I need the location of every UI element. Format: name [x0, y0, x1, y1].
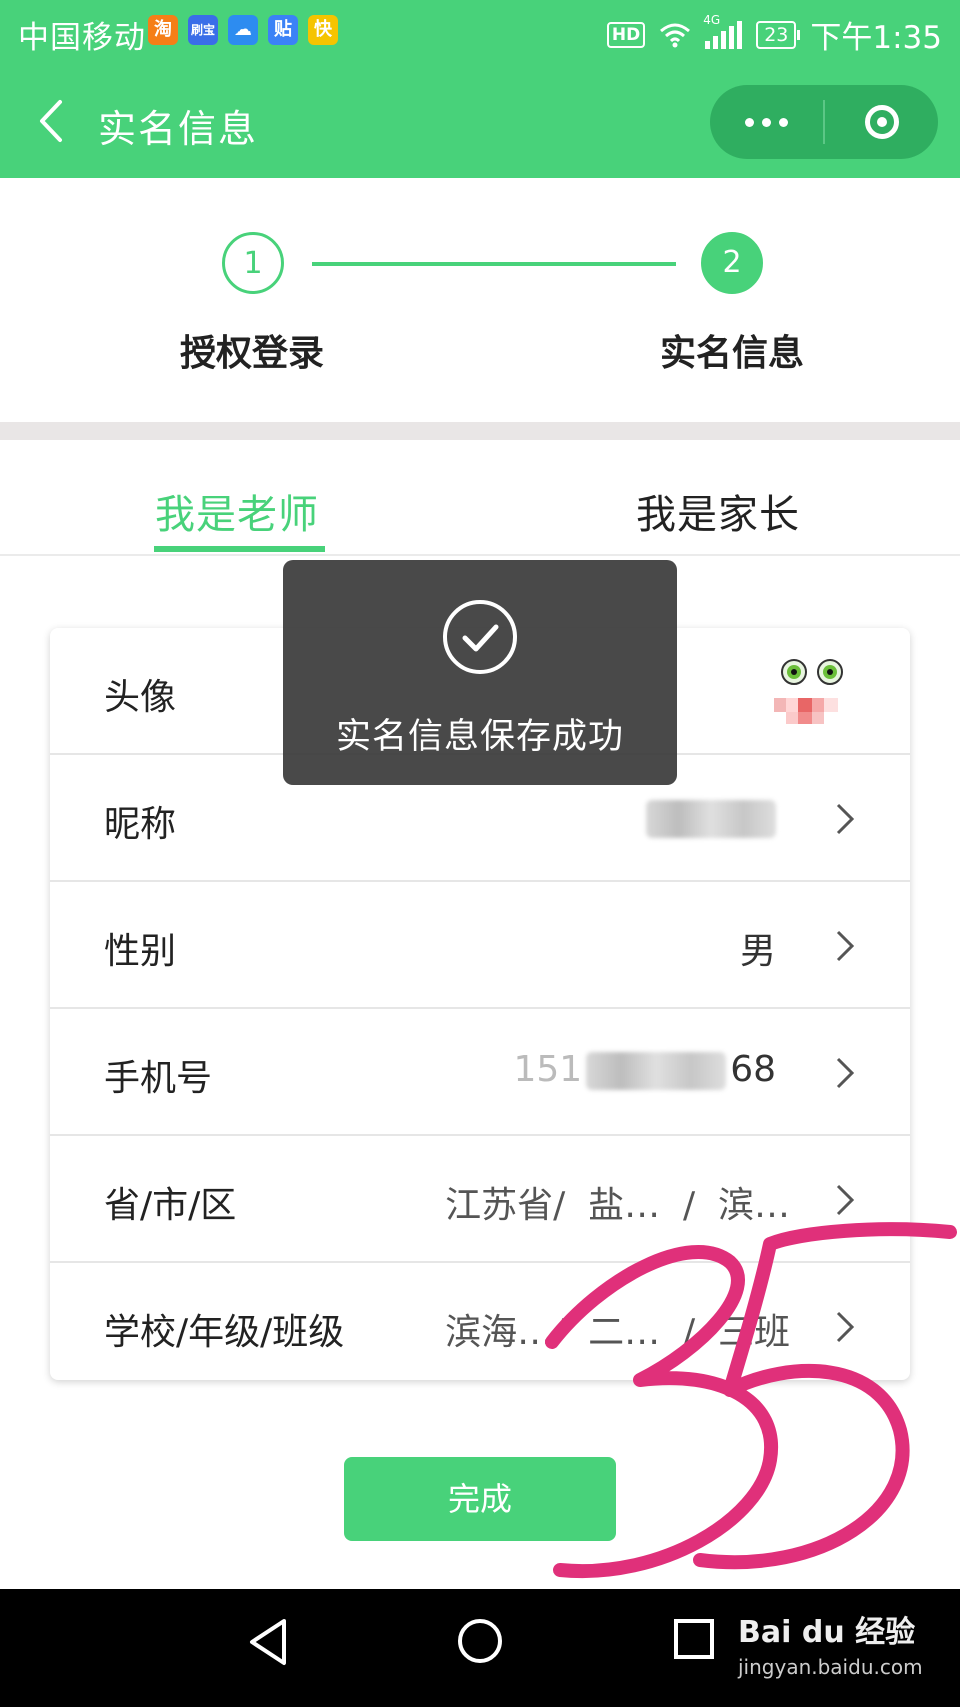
nickname-label: 昵称	[104, 804, 177, 845]
status-time: 下午1:35	[810, 20, 942, 56]
phone-label: 手机号	[104, 1058, 213, 1099]
mini-program-capsule	[710, 85, 938, 159]
phone-row[interactable]: 手机号 151 68	[50, 1009, 910, 1136]
recent-apps-square-icon[interactable]	[672, 1617, 716, 1661]
phone-prefix: 151	[513, 1049, 583, 1090]
school-row[interactable]: 学校/年级/班级 滨海…/ 二… / 三班	[50, 1263, 910, 1388]
phone-suffix: 68	[730, 1049, 776, 1090]
tieba-app-icon: 贴	[268, 15, 298, 45]
school-label: 学校/年级/班级	[104, 1312, 345, 1353]
region-row[interactable]: 省/市/区 江苏省/ 盐… / 滨…	[50, 1136, 910, 1263]
home-circle-icon[interactable]	[456, 1617, 504, 1665]
phone-value: 151 68	[513, 1049, 776, 1090]
page-title: 实名信息	[98, 107, 259, 151]
school-value: 滨海…/ 二… / 三班	[445, 1312, 790, 1353]
redaction-blur	[586, 1052, 727, 1090]
step-connector-line	[312, 262, 676, 266]
chevron-right-icon	[836, 803, 855, 835]
hd-icon: HD	[606, 21, 646, 48]
step-1-label: 授权登录	[180, 333, 325, 374]
more-button[interactable]	[710, 85, 823, 159]
gender-label: 性别	[104, 931, 177, 972]
done-button[interactable]: 完成	[344, 1457, 616, 1541]
wifi-icon	[660, 23, 691, 47]
chevron-right-icon	[836, 930, 855, 962]
avatar-label: 头像	[104, 677, 177, 718]
watermark-brand: Bai du 经验	[738, 1615, 916, 1650]
back-arrow-icon[interactable]	[32, 96, 72, 146]
region-label: 省/市/区	[104, 1185, 237, 1226]
kuai-app-icon: 快	[308, 15, 338, 45]
taobao-app-icon: 淘	[148, 15, 178, 45]
step-2-circle: 2	[701, 232, 763, 294]
progress-steps: 1 2 授权登录 实名信息	[0, 178, 960, 422]
chevron-right-icon	[836, 1311, 855, 1343]
cellular-signal-icon: 4G	[703, 13, 743, 49]
gender-row[interactable]: 性别 男	[50, 882, 910, 1009]
chevron-right-icon	[836, 1057, 855, 1089]
system-nav-bar: Bai du 经验 jingyan.baidu.com	[0, 1589, 960, 1707]
success-toast: 实名信息保存成功	[283, 560, 677, 785]
tab-parent[interactable]: 我是家长	[636, 482, 800, 540]
baidu-app-icon: ☁	[228, 15, 258, 45]
step-1-circle: 1	[222, 232, 284, 294]
redaction-blur	[646, 800, 776, 838]
baidu-jingyan-watermark: Bai du 经验 jingyan.baidu.com	[738, 1607, 923, 1679]
gender-value: 男	[739, 931, 776, 972]
step-2-label: 实名信息	[660, 333, 805, 374]
status-indicators: HD 4G 23 下午1:35	[606, 12, 942, 57]
target-circle-icon	[864, 105, 899, 139]
back-triangle-icon[interactable]	[246, 1617, 290, 1667]
tab-teacher[interactable]: 我是老师	[155, 482, 319, 540]
notification-app-icons: 淘 刷宝 ☁ 贴 快	[148, 15, 338, 45]
role-tabs: 我是老师 我是家长	[0, 440, 960, 556]
battery-icon: 23	[756, 20, 801, 49]
more-dots-icon	[745, 117, 788, 127]
navigation-bar: 实名信息	[0, 66, 960, 178]
close-program-button[interactable]	[825, 85, 938, 159]
region-value: 江苏省/ 盐… / 滨…	[445, 1185, 790, 1226]
network-type: 4G	[703, 12, 721, 27]
chevron-right-icon	[836, 1184, 855, 1216]
status-bar: 中国移动 淘 刷宝 ☁ 贴 快 HD 4G 23 下午1:35	[0, 0, 960, 66]
avatar[interactable]	[768, 650, 852, 734]
shuabao-app-icon: 刷宝	[188, 15, 218, 45]
active-tab-indicator	[154, 546, 325, 552]
check-circle-icon	[443, 600, 517, 674]
nickname-value-redacted	[646, 797, 776, 838]
toast-message: 实名信息保存成功	[335, 717, 624, 757]
section-divider	[0, 422, 960, 440]
carrier-name: 中国移动	[18, 20, 146, 56]
watermark-url: jingyan.baidu.com	[738, 1655, 923, 1679]
